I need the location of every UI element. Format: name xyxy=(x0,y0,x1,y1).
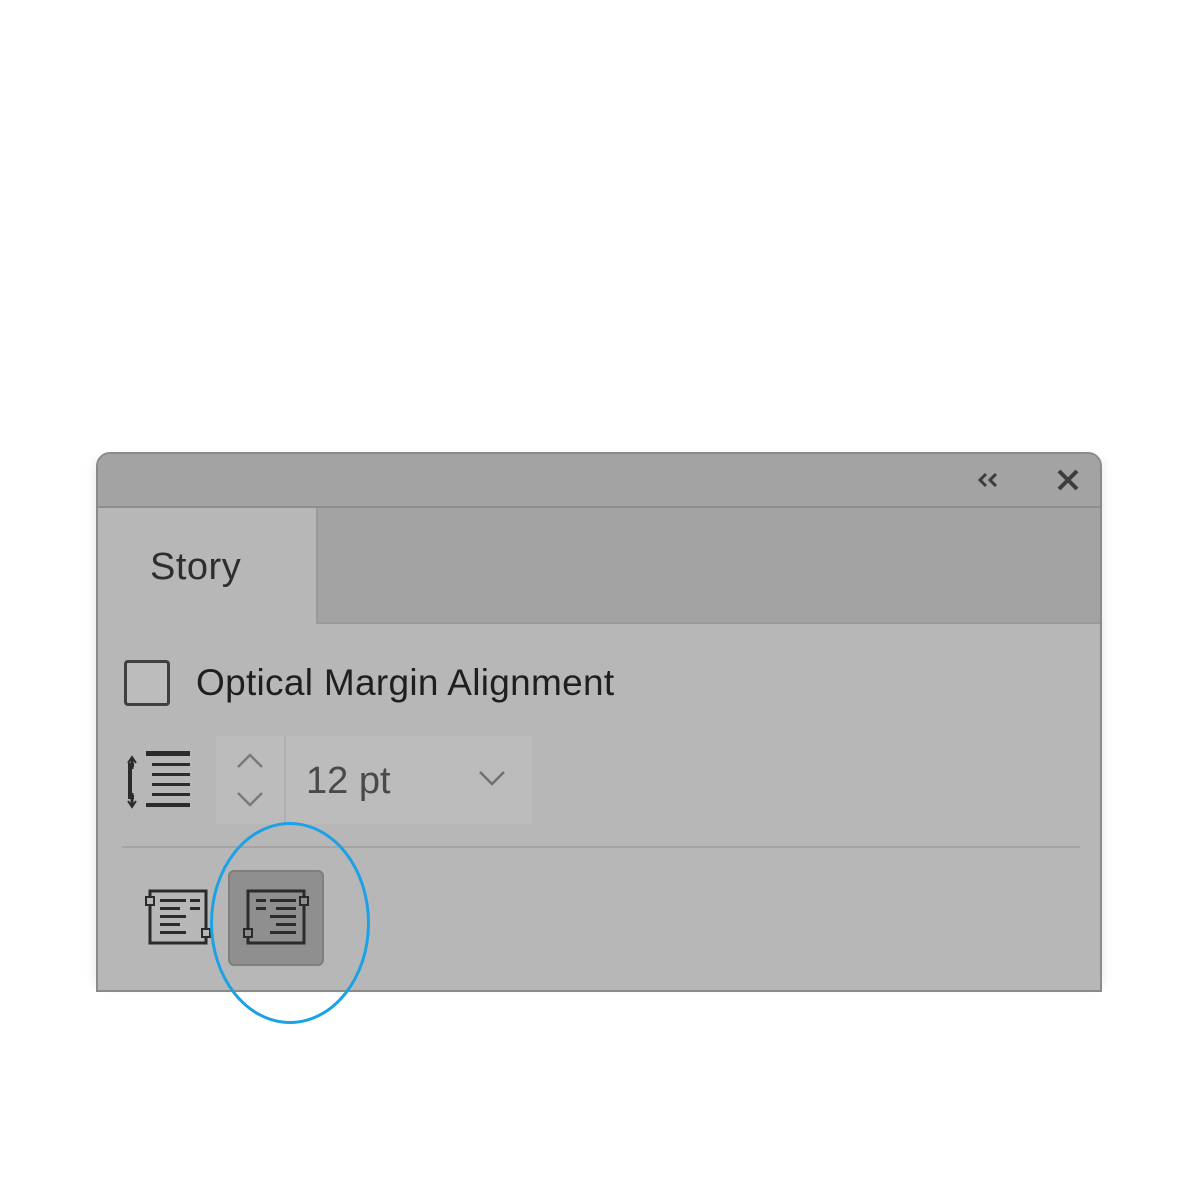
ignore-optical-margin-right-button[interactable] xyxy=(228,870,324,966)
tab-story-label: Story xyxy=(150,546,242,588)
divider xyxy=(122,846,1080,848)
optical-margin-label[interactable]: Optical Margin Alignment xyxy=(196,662,615,704)
panel-titlebar[interactable] xyxy=(98,454,1100,508)
chevron-down-icon[interactable] xyxy=(476,766,508,790)
close-x-icon xyxy=(1057,469,1079,491)
optical-margin-checkbox[interactable] xyxy=(124,660,170,706)
size-dropdown[interactable]: 12 pt xyxy=(286,736,532,824)
size-stepper[interactable] xyxy=(216,736,286,824)
optical-margin-row: Optical Margin Alignment xyxy=(124,658,615,708)
collapse-icon[interactable] xyxy=(970,464,1006,496)
tab-story[interactable]: Story xyxy=(98,508,318,624)
tab-strip: Story xyxy=(98,508,1100,624)
story-panel: Story Optical Margin Alignment 12 pt xyxy=(96,452,1102,992)
double-chevron-left-icon xyxy=(977,472,998,488)
ignore-optical-margin-left-button[interactable] xyxy=(130,870,226,966)
optical-size-row: 12 pt xyxy=(122,736,532,824)
ignore-optical-margin-right-icon xyxy=(243,889,309,945)
size-value[interactable]: 12 pt xyxy=(306,760,391,803)
optical-size-icon xyxy=(127,751,190,809)
close-icon[interactable] xyxy=(1050,464,1086,496)
stepper-icon xyxy=(237,753,263,807)
ignore-optical-margin-left-icon xyxy=(145,889,211,945)
